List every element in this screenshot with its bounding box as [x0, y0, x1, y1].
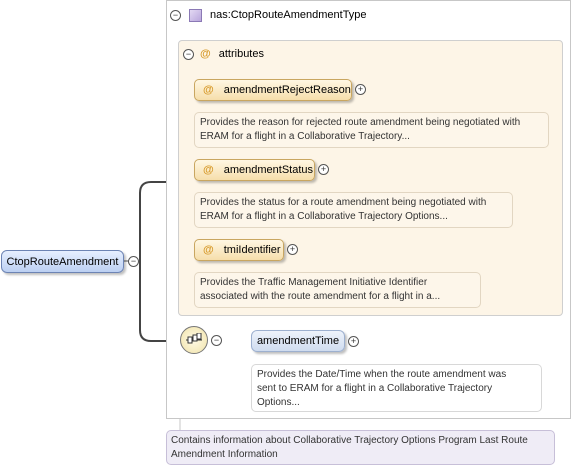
description-line: Provides the status for a route amendmen…	[200, 197, 487, 208]
type-collapse-icon[interactable]: −	[170, 9, 181, 21]
description-line: Options...	[257, 397, 300, 408]
expand-plus-icon[interactable]: +	[287, 244, 298, 255]
attribute-at-icon: @	[203, 244, 214, 256]
attributes-header: − @ attributes	[183, 46, 264, 62]
type-title: nas:CtopRouteAmendmentType	[210, 9, 367, 21]
attribute-description: Provides the reason for rejected route a…	[194, 112, 549, 148]
expand-plus-icon[interactable]: +	[348, 336, 359, 347]
sequence-compositor-icon[interactable]	[180, 326, 208, 354]
attribute-description: Provides the Traffic Management Initiati…	[194, 272, 481, 308]
complex-type-icon	[189, 8, 202, 22]
attribute-label: tmiIdentifier	[223, 244, 281, 256]
attribute-tmi-identifier[interactable]: @ tmiIdentifier	[194, 239, 284, 261]
root-element-description: Contains information about Collaborative…	[166, 430, 555, 465]
description-line: Provides the reason for rejected route a…	[200, 117, 521, 128]
description-line: associated with the route amendment for …	[200, 291, 441, 302]
root-collapse-icon[interactable]: −	[128, 256, 139, 267]
attribute-label: amendmentRejectReason	[223, 84, 351, 96]
element-label: amendmentTime	[256, 335, 340, 347]
attributes-title: attributes	[218, 48, 264, 60]
element-amendment-time[interactable]: amendmentTime	[251, 330, 345, 352]
type-header: − nas:CtopRouteAmendmentType	[170, 6, 367, 24]
attribute-description: Provides the status for a route amendmen…	[194, 192, 513, 228]
attributes-collapse-icon[interactable]: −	[183, 48, 194, 60]
description-line: ERAM for a flight in a Collaborative Tra…	[200, 211, 448, 222]
sequence-collapse-icon[interactable]: −	[211, 335, 222, 346]
attribute-at-icon: @	[203, 164, 214, 176]
sequence-symbol	[186, 333, 202, 344]
description-line: sent to ERAM for a flight in a Collabora…	[257, 383, 493, 394]
description-line: Provides the Traffic Management Initiati…	[200, 277, 428, 288]
attribute-amendment-reject-reason[interactable]: @ amendmentRejectReason	[194, 79, 352, 101]
attribute-label: amendmentStatus	[223, 164, 314, 176]
expand-plus-icon[interactable]: +	[355, 84, 366, 95]
description-line: Provides the Date/Time when the route am…	[257, 369, 507, 380]
root-element-ctop-route-amendment[interactable]: CtopRouteAmendment	[1, 250, 124, 273]
element-description: Provides the Date/Time when the route am…	[251, 364, 542, 412]
root-element-label: CtopRouteAmendment	[6, 255, 119, 268]
attribute-at-icon: @	[203, 84, 214, 96]
description-line: ERAM for a flight in a Collaborative Tra…	[200, 131, 410, 142]
attribute-at-icon: @	[200, 48, 211, 60]
expand-plus-icon[interactable]: +	[318, 164, 329, 175]
attribute-amendment-status[interactable]: @ amendmentStatus	[194, 159, 315, 181]
